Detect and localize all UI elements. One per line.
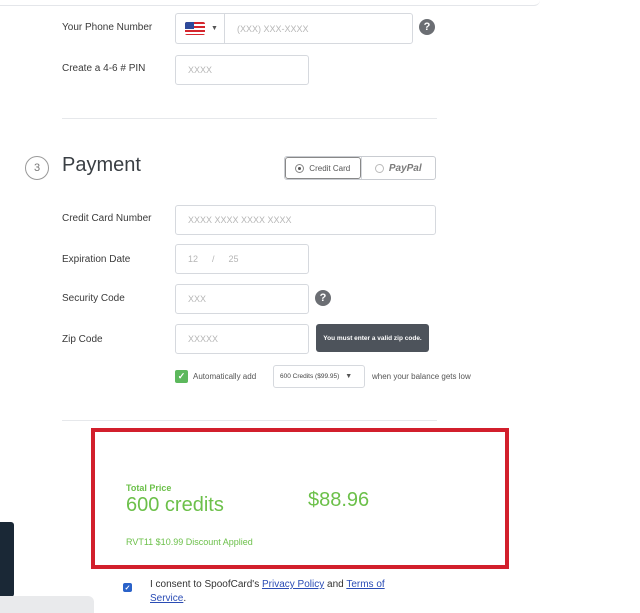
radio-unselected-icon bbox=[374, 163, 384, 173]
privacy-policy-link[interactable]: Privacy Policy bbox=[262, 579, 324, 590]
bottom-bar bbox=[0, 596, 94, 613]
help-icon[interactable]: ? bbox=[315, 290, 331, 306]
security-code-input[interactable]: XXX bbox=[175, 284, 309, 314]
section-divider bbox=[62, 118, 437, 119]
expiration-year: 25 bbox=[228, 254, 239, 264]
auto-add-checkbox[interactable]: ✓ bbox=[175, 370, 188, 383]
consent-and: and bbox=[327, 579, 344, 590]
discount-text: RVT11 $10.99 Discount Applied bbox=[126, 537, 253, 547]
radio-selected-icon bbox=[295, 163, 305, 173]
zip-code-label: Zip Code bbox=[62, 334, 103, 345]
side-widget[interactable] bbox=[0, 522, 14, 597]
auto-add-selected-option: 600 Credits ($99.95) bbox=[280, 373, 340, 380]
credit-card-option-label: Credit Card bbox=[309, 163, 351, 173]
expiration-input[interactable]: 12 / 25 bbox=[175, 244, 309, 274]
pin-label: Create a 4-6 # PIN bbox=[62, 63, 146, 74]
phone-input[interactable]: (XXX) XXX-XXXX bbox=[224, 13, 413, 44]
card-number-input[interactable]: XXXX XXXX XXXX XXXX bbox=[175, 205, 436, 235]
help-icon[interactable]: ? bbox=[419, 19, 435, 35]
card-number-label: Credit Card Number bbox=[62, 213, 152, 224]
expiration-separator: / bbox=[212, 254, 215, 264]
zip-code-input[interactable]: XXXXX bbox=[175, 324, 309, 354]
total-credits: 600 credits bbox=[126, 494, 224, 516]
consent-prefix: I consent to SpoofCard's bbox=[150, 579, 260, 590]
payment-title: Payment bbox=[62, 154, 141, 176]
consent-period: . bbox=[183, 593, 187, 604]
paypal-option[interactable]: PayPal bbox=[360, 157, 436, 179]
credit-card-option[interactable]: Credit Card bbox=[285, 157, 361, 179]
expiration-month: 12 bbox=[188, 254, 199, 264]
total-price-value: $88.96 bbox=[308, 489, 370, 511]
us-flag-icon bbox=[185, 22, 205, 35]
pin-input[interactable]: XXXX bbox=[175, 55, 309, 85]
phone-label: Your Phone Number bbox=[62, 22, 153, 33]
consent-checkbox[interactable]: ✓ bbox=[123, 583, 132, 592]
chevron-down-icon: ▼ bbox=[211, 25, 218, 32]
consent-text: I consent to SpoofCard's Privacy Policy … bbox=[150, 578, 390, 606]
paypal-logo: PayPal bbox=[388, 162, 422, 174]
zip-error-tooltip: You must enter a valid zip code. bbox=[316, 324, 429, 352]
auto-add-suffix: when your balance gets low bbox=[372, 372, 471, 381]
section-divider bbox=[62, 420, 437, 421]
auto-add-prefix: Automatically add bbox=[193, 372, 257, 381]
security-code-label: Security Code bbox=[62, 293, 125, 304]
auto-add-select[interactable]: 600 Credits ($99.95) ▼ bbox=[273, 365, 365, 388]
step-number: 3 bbox=[25, 156, 49, 180]
browser-top-edge bbox=[0, 0, 540, 6]
total-price-box: Total Price 600 credits $88.96 RVT11 $10… bbox=[91, 428, 509, 569]
total-price-label: Total Price bbox=[126, 483, 172, 493]
expiration-label: Expiration Date bbox=[62, 254, 131, 265]
country-selector[interactable]: ▼ bbox=[175, 13, 225, 44]
chevron-down-icon: ▼ bbox=[345, 373, 353, 380]
payment-method-toggle: Credit Card PayPal bbox=[284, 156, 436, 180]
